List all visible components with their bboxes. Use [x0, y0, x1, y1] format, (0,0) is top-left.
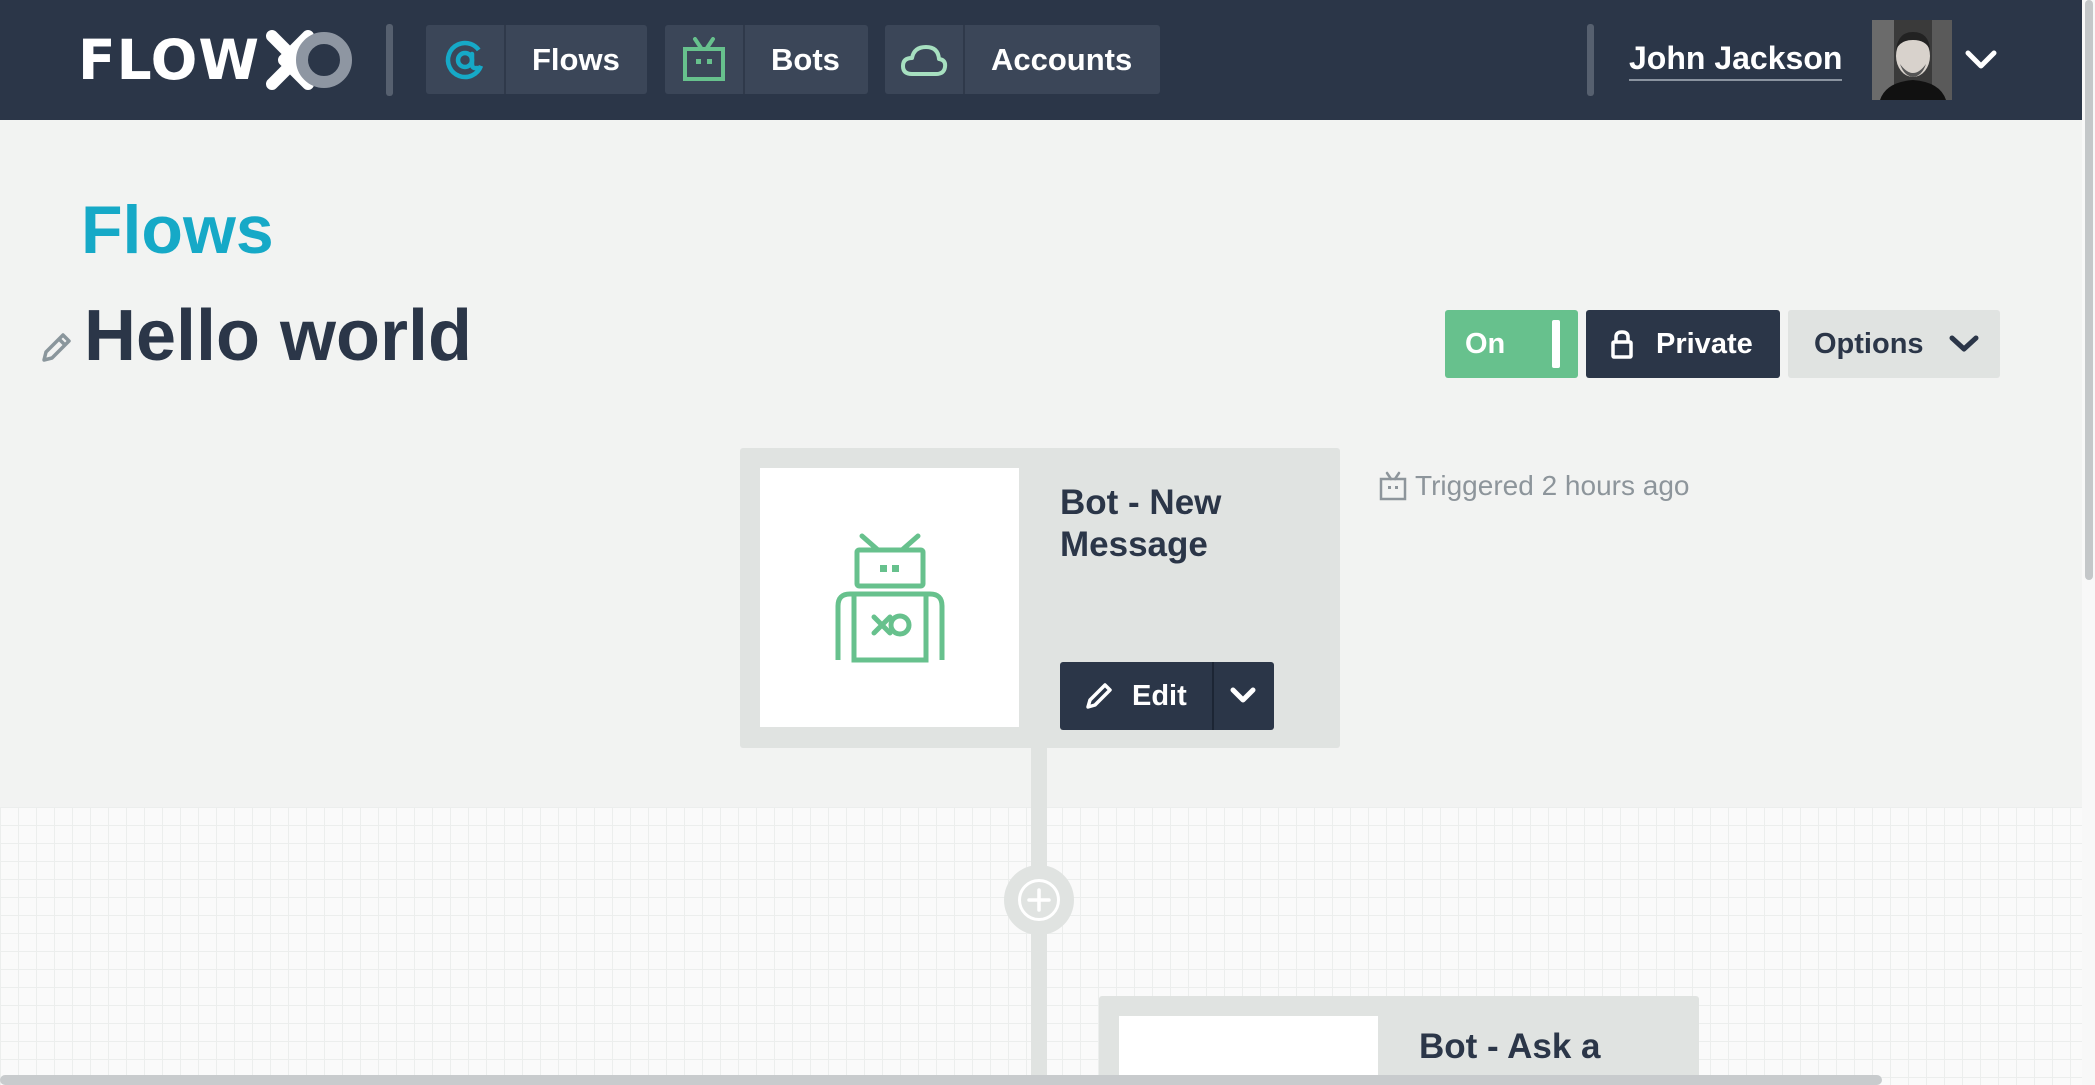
triggered-text: Triggered 2 hours ago	[1415, 470, 1690, 501]
privacy-label: Private	[1656, 327, 1753, 360]
chevron-down-icon	[1949, 335, 1979, 352]
edit-label: Edit	[1132, 679, 1187, 712]
nav-tab-bots[interactable]: Bots	[665, 25, 868, 94]
flow-step-card: Bot - Ask a	[1099, 996, 1699, 1085]
chevron-down-icon[interactable]	[1963, 48, 1999, 72]
nav-tab-label: Flows	[532, 41, 620, 77]
user-name-link[interactable]: John Jackson	[1629, 40, 1843, 81]
top-navbar: FLOW Flows Bots Accounts John Jackson	[0, 0, 2082, 120]
step-thumbnail	[760, 468, 1019, 727]
logo-wordmark: FLOW	[78, 27, 261, 92]
add-step-button[interactable]	[1004, 865, 1074, 935]
pencil-icon[interactable]	[38, 330, 74, 366]
pencil-icon	[1086, 683, 1112, 709]
vertical-scrollbar-thumb[interactable]	[2085, 0, 2093, 580]
toggle-label: On	[1465, 327, 1506, 360]
options-label: Options	[1814, 327, 1924, 360]
nav-divider	[1587, 24, 1594, 96]
bot-icon	[835, 533, 944, 662]
cloud-icon	[885, 25, 965, 94]
flow-step-card: Bot - New Message Edit	[740, 448, 1340, 748]
plus-circle-icon	[1018, 879, 1060, 921]
breadcrumb-flows[interactable]: Flows	[81, 196, 274, 264]
at-icon	[426, 25, 506, 94]
nav-tab-label: Accounts	[991, 41, 1133, 77]
chevron-down-icon[interactable]	[1228, 683, 1258, 709]
robot-tv-icon	[665, 25, 745, 94]
horizontal-scrollbar[interactable]	[0, 1075, 1882, 1085]
nav-tab-accounts[interactable]: Accounts	[885, 25, 1160, 94]
step-title: Bot - Ask a	[1419, 1027, 1601, 1066]
edit-step-button[interactable]: Edit	[1060, 662, 1274, 730]
privacy-button[interactable]: Private	[1586, 310, 1780, 378]
toggle-knob	[1552, 320, 1560, 368]
step-title: Bot - New Message	[1060, 483, 1222, 564]
button-separator	[1212, 662, 1214, 730]
bot-tv-icon	[1379, 471, 1407, 501]
nav-tab-label: Bots	[771, 41, 840, 77]
nav-tab-flows[interactable]: Flows	[426, 25, 647, 94]
lock-icon	[1611, 330, 1633, 359]
page-title: Hello world	[84, 296, 473, 376]
flowxo-logo[interactable]: FLOW	[78, 28, 356, 92]
user-avatar[interactable]	[1872, 20, 1952, 100]
trigger-status: Triggered 2 hours ago	[1379, 470, 1689, 502]
nav-divider	[386, 24, 393, 96]
options-dropdown-button[interactable]: Options	[1788, 310, 2000, 378]
logo-xo-mark	[266, 30, 353, 90]
flow-on-toggle[interactable]: On	[1445, 310, 1578, 378]
